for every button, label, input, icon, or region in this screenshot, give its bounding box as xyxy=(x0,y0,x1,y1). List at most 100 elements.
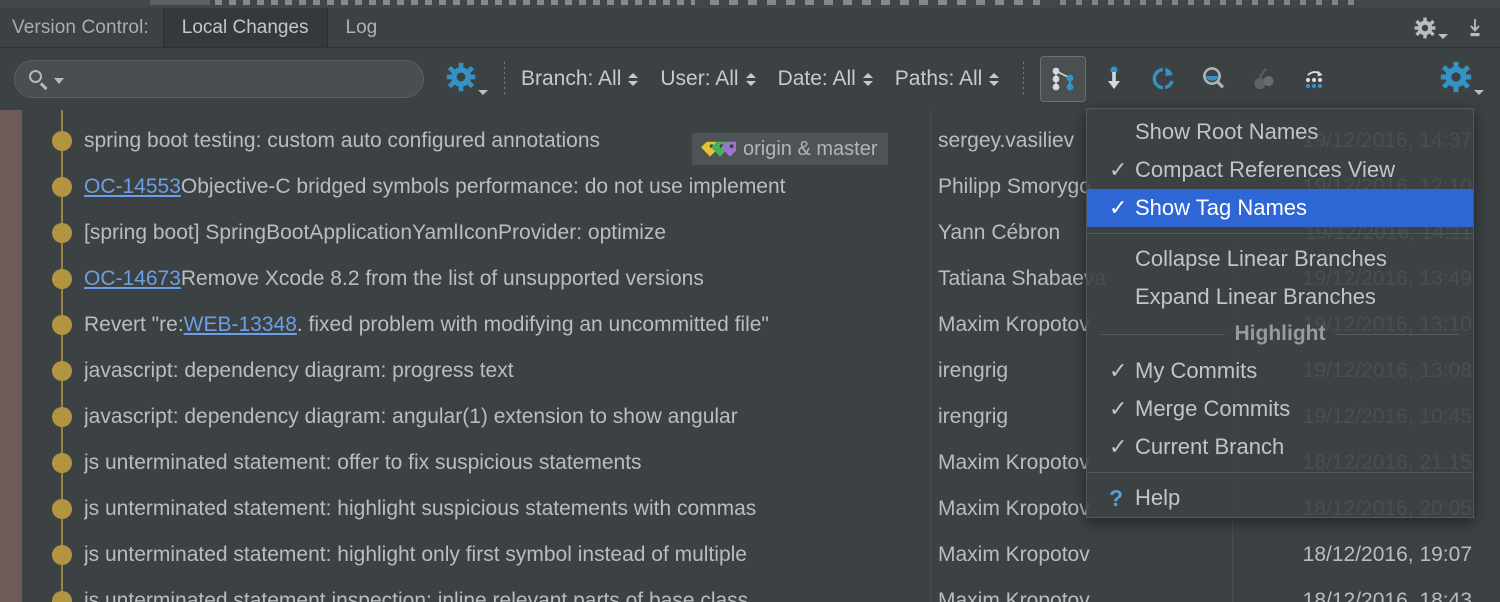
branch-filter-label: Branch: All xyxy=(521,67,622,90)
sliver-text-b xyxy=(710,0,1040,5)
check-icon: ✓ xyxy=(1109,157,1128,182)
menu-item-label: Current Branch xyxy=(1135,434,1285,459)
check-icon: ✓ xyxy=(1109,195,1128,220)
toolbar-separator-2 xyxy=(1023,62,1025,96)
issue-link[interactable]: OC-14553 xyxy=(84,175,181,199)
show-graph-toggle[interactable] xyxy=(1040,56,1087,102)
log-filter-settings-button[interactable] xyxy=(446,62,488,97)
tab-log-label: Log xyxy=(345,16,378,38)
menu-group-label: Highlight xyxy=(1234,322,1326,345)
gear-icon xyxy=(1414,17,1436,39)
intellisort-button[interactable] xyxy=(1292,57,1336,101)
menu-separator xyxy=(1087,472,1473,473)
menu-item-expand-linear-branches[interactable]: Expand Linear Branches xyxy=(1087,278,1473,316)
issue-link[interactable]: OC-14673 xyxy=(84,267,181,291)
menu-item-help[interactable]: ? Help xyxy=(1087,479,1473,517)
version-control-tool-window: Version Control: Local Changes Log Branc… xyxy=(0,0,1500,602)
tab-local-changes-label: Local Changes xyxy=(181,16,309,38)
commit-subject: OC-14673 Remove Xcode 8.2 from the list … xyxy=(84,256,930,302)
commit-subject-text: Remove Xcode 8.2 from the list of unsupp… xyxy=(180,267,704,290)
paths-filter-label: Paths: All xyxy=(894,67,983,90)
search-dropdown-icon[interactable] xyxy=(54,78,64,84)
commit-author: Maxim Kropotov xyxy=(938,589,1090,602)
commit-graph-icon xyxy=(1052,67,1074,91)
sliver-tab xyxy=(150,0,210,5)
tool-window-title: Version Control: xyxy=(12,16,149,38)
commit-subject-text: js unterminated statement: highlight onl… xyxy=(84,543,747,566)
sliver-text-a xyxy=(215,0,695,5)
commit-subject-text: js unterminated statement: highlight sus… xyxy=(84,497,757,520)
date-filter[interactable]: Date: All xyxy=(778,67,873,91)
menu-item-label: Show Root Names xyxy=(1135,119,1319,144)
log-toolbar: Branch: All User: All Date: All Paths: A… xyxy=(0,48,1500,111)
cherry-pick-button[interactable] xyxy=(1242,57,1286,101)
commit-subject: js unterminated statement inspection: in… xyxy=(84,578,930,602)
log-settings-button[interactable] xyxy=(1440,61,1500,98)
commit-author: Maxim Kropotov xyxy=(938,543,1090,566)
chevron-updown-icon xyxy=(862,72,873,86)
menu-item-merge-commits[interactable]: ✓ Merge Commits xyxy=(1087,390,1473,428)
chevron-down-icon xyxy=(1438,33,1448,39)
refresh-button[interactable] xyxy=(1142,57,1186,101)
refresh-icon xyxy=(1153,67,1175,91)
menu-item-label: My Commits xyxy=(1135,358,1258,383)
dots-arrow-icon xyxy=(1306,70,1323,89)
commit-subject-prefix: Revert "re: xyxy=(84,313,184,336)
commit-subject: [spring boot] SpringBootApplicationYamlI… xyxy=(84,210,930,256)
tab-local-changes[interactable]: Local Changes xyxy=(162,8,328,47)
menu-item-show-root-names[interactable]: Show Root Names xyxy=(1087,113,1473,151)
log-settings-popup-menu[interactable]: Show Root Names ✓ Compact References View ✓… xyxy=(1086,108,1474,518)
commit-subject: javascript: dependency diagram: progress… xyxy=(84,348,930,394)
search-input[interactable] xyxy=(14,60,424,98)
tool-window-tabbar: Version Control: Local Changes Log xyxy=(0,8,1500,48)
commit-subject-text: . fixed problem with modifying an uncomm… xyxy=(296,313,769,336)
commit-date: 18/12/2016, 19:07 xyxy=(1302,543,1472,566)
table-row[interactable]: js unterminated statement inspection: in… xyxy=(0,578,1500,602)
chevron-down-icon xyxy=(478,89,488,95)
commit-subject: js unterminated statement: offer to fix … xyxy=(84,440,930,486)
menu-item-current-branch[interactable]: ✓ Current Branch xyxy=(1087,428,1473,466)
issue-link[interactable]: WEB-13348 xyxy=(184,313,297,337)
hide-tool-window-button[interactable] xyxy=(1464,17,1486,39)
tag-icons xyxy=(700,141,736,158)
menu-item-label: Help xyxy=(1135,485,1181,510)
gear-icon xyxy=(1440,61,1472,98)
date-filter-label: Date: All xyxy=(777,67,856,90)
user-filter[interactable]: User: All xyxy=(660,67,756,91)
user-filter-label: User: All xyxy=(660,67,739,90)
menu-item-label: Collapse Linear Branches xyxy=(1135,246,1387,271)
menu-item-label: Compact References View xyxy=(1135,157,1396,182)
menu-item-label: Merge Commits xyxy=(1135,396,1291,421)
magnifier-icon xyxy=(1203,67,1225,89)
reference-badge[interactable]: origin & master xyxy=(692,133,888,165)
menu-item-collapse-linear-branches[interactable]: Collapse Linear Branches xyxy=(1087,240,1473,278)
commit-subject: js unterminated statement: highlight onl… xyxy=(84,532,930,578)
commit-subject-text: javascript: dependency diagram: progress… xyxy=(84,359,514,382)
reference-badge-label: origin & master xyxy=(743,137,878,160)
commit-subject-text: Objective-C bridged symbols performance:… xyxy=(180,175,786,198)
commit-subject: OC-14553 Objective-C bridged symbols per… xyxy=(84,164,930,210)
commit-date: 18/12/2016, 18:43 xyxy=(1302,589,1472,602)
tab-log[interactable]: Log xyxy=(328,8,396,47)
settings-gear-button[interactable] xyxy=(1414,17,1448,39)
chevron-updown-icon xyxy=(745,72,756,86)
find-button[interactable] xyxy=(1192,57,1236,101)
gear-icon xyxy=(446,62,476,97)
menu-item-my-commits[interactable]: ✓ My Commits xyxy=(1087,352,1473,390)
commit-subject-text: js unterminated statement: offer to fix … xyxy=(84,451,642,474)
search-icon xyxy=(29,69,48,90)
table-row[interactable]: js unterminated statement: highlight onl… xyxy=(0,532,1500,578)
menu-item-label: Expand Linear Branches xyxy=(1135,284,1376,309)
chevron-updown-icon xyxy=(989,72,1000,86)
commit-subject-text: [spring boot] SpringBootApplicationYamlI… xyxy=(84,221,667,244)
branch-filter[interactable]: Branch: All xyxy=(521,67,639,91)
collect-changes-button[interactable] xyxy=(1092,57,1136,101)
commit-subject: javascript: dependency diagram: angular(… xyxy=(84,394,930,440)
paths-filter[interactable]: Paths: All xyxy=(895,67,1000,91)
menu-item-show-tag-names[interactable]: ✓ Show Tag Names xyxy=(1087,189,1473,227)
window-top-sliver xyxy=(0,0,1500,8)
chevron-down-icon xyxy=(1474,89,1484,95)
commit-subject-text: js unterminated statement inspection: in… xyxy=(84,589,749,602)
chevron-updown-icon xyxy=(628,72,639,86)
menu-item-compact-references-view[interactable]: ✓ Compact References View xyxy=(1087,151,1473,189)
